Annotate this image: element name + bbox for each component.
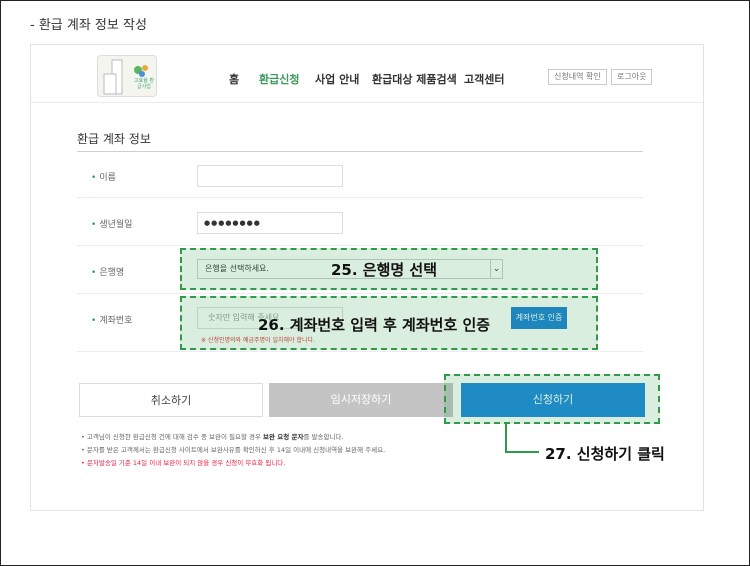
- birth-input[interactable]: ●●●●●●●●: [197, 212, 343, 234]
- account-label: • 계좌번호: [91, 313, 132, 326]
- notice-text: • 고객님이 신청한 환급신청 건에 대해 검수 중 보완이 필요할 경우: [81, 433, 264, 441]
- notice-list: • 고객님이 신청한 환급신청 건에 대해 검수 중 보완이 필요할 경우 보완…: [81, 431, 385, 470]
- name-input[interactable]: [197, 165, 343, 187]
- bullet-icon: •: [91, 268, 97, 278]
- logo-caption: 고효율 환급사업: [134, 78, 154, 90]
- nav-product-search[interactable]: 환급대상 제품검색: [372, 71, 457, 87]
- title-divider: [77, 151, 643, 152]
- row-divider: [77, 351, 643, 352]
- row-divider: [77, 197, 643, 198]
- callout-connector: [505, 424, 507, 452]
- notice-bold: 보완 요청 문자: [263, 433, 304, 441]
- bank-label: • 은행명: [91, 265, 124, 278]
- notice-item: • 고객님이 신청한 환급신청 건에 대해 검수 중 보완이 필요할 경우 보완…: [81, 431, 385, 444]
- notice-item: • 문자를 받은 고객께서는 환급신청 사이트에서 보완사유를 확인하신 후 1…: [81, 446, 386, 454]
- row-divider: [77, 293, 643, 294]
- callout-step-26: 26. 계좌번호 입력 후 계좌번호 인증: [258, 316, 491, 334]
- account-label-text: 계좌번호: [99, 316, 133, 326]
- highlight-apply: [444, 374, 660, 424]
- top-nav: 고효율 환급사업 홈 환급신청 사업 안내 환급대상 제품검색 고객센터 신청내…: [31, 45, 703, 103]
- bank-label-text: 은행명: [99, 268, 125, 278]
- temp-save-button[interactable]: 임시저장하기: [269, 383, 453, 417]
- birth-label: • 생년월일: [91, 217, 132, 230]
- nav-home[interactable]: 홈: [229, 71, 239, 87]
- nav-customer-center[interactable]: 고객센터: [464, 71, 504, 87]
- form-title: 환급 계좌 정보: [77, 132, 151, 146]
- row-divider: [77, 245, 643, 246]
- bullet-icon: •: [91, 220, 97, 230]
- cancel-button[interactable]: 취소하기: [79, 383, 263, 417]
- history-button[interactable]: 신청내역 확인: [548, 69, 607, 85]
- name-label-text: 이름: [99, 173, 116, 183]
- nav-program-info[interactable]: 사업 안내: [315, 71, 359, 87]
- notice-text: 를 발송합니다.: [303, 433, 344, 441]
- nav-refund-apply[interactable]: 환급신청: [259, 71, 299, 87]
- callout-step-25: 25. 은행명 선택: [331, 261, 438, 279]
- logo-graphic-icon: [103, 59, 148, 95]
- bullet-icon: •: [91, 316, 97, 326]
- birth-label-text: 생년월일: [99, 220, 133, 230]
- logout-button[interactable]: 로그아웃: [611, 69, 653, 85]
- callout-connector: [505, 451, 539, 453]
- bullet-icon: •: [91, 173, 97, 183]
- notice-item-warning: • 문자발송일 기준 14일 이내 보완이 되지 않을 경우 신청이 무효화 됩…: [81, 459, 286, 467]
- section-heading: - 환급 계좌 정보 작성: [30, 18, 147, 33]
- callout-step-27: 27. 신청하기 클릭: [545, 445, 665, 463]
- name-label: • 이름: [91, 170, 116, 183]
- site-logo[interactable]: 고효율 환급사업: [97, 55, 157, 97]
